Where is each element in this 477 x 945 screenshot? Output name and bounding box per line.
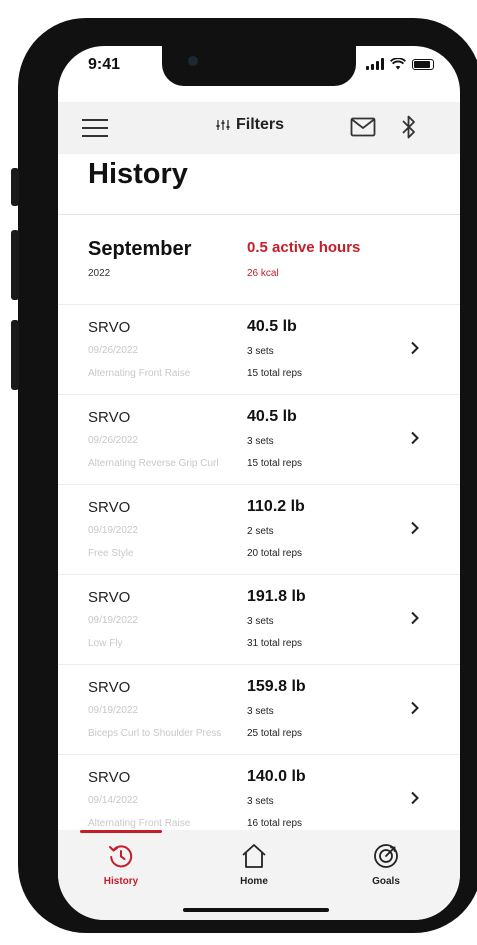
sliders-icon — [216, 120, 230, 130]
workout-brand: SRVO — [88, 769, 131, 786]
workout-date: 09/19/2022 — [88, 525, 139, 536]
workout-sets: 3 sets — [247, 616, 274, 627]
workout-exercise: Alternating Front Raise — [88, 368, 191, 379]
workout-reps: 15 total reps — [247, 368, 303, 379]
volume-up-button — [11, 230, 19, 300]
workout-exercise: Free Style — [88, 548, 134, 559]
status-icons — [366, 58, 434, 70]
notch — [162, 46, 356, 86]
workout-brand: SRVO — [88, 589, 131, 606]
tab-history-label: History — [103, 876, 139, 887]
workout-sets: 3 sets — [247, 796, 274, 807]
menu-icon[interactable] — [82, 119, 108, 137]
workout-brand: SRVO — [88, 409, 131, 426]
workout-reps: 25 total reps — [247, 728, 303, 739]
camera-icon — [188, 56, 198, 66]
tab-goals-label: Goals — [372, 876, 400, 887]
page-title: History — [88, 158, 188, 190]
tab-history[interactable]: History — [71, 842, 171, 902]
workout-exercise: Alternating Reverse Grip Curl — [88, 458, 219, 469]
status-time: 9:41 — [88, 56, 121, 73]
tab-goals[interactable]: Goals — [336, 842, 436, 902]
tab-bar: History Home Goals — [58, 830, 460, 920]
month-label: September — [88, 238, 192, 260]
workout-brand: SRVO — [88, 319, 131, 336]
chevron-right-icon[interactable] — [410, 701, 420, 715]
volume-down-button — [11, 320, 19, 390]
chevron-right-icon[interactable] — [410, 611, 420, 625]
workout-brand: SRVO — [88, 499, 131, 516]
tab-home[interactable]: Home — [204, 842, 304, 902]
tab-home-label: Home — [240, 876, 268, 887]
home-icon — [242, 844, 266, 868]
workout-sets: 3 sets — [247, 346, 274, 357]
workout-reps: 15 total reps — [247, 458, 303, 469]
signal-icon — [366, 58, 384, 70]
mail-icon[interactable] — [350, 117, 376, 137]
wifi-icon — [390, 58, 406, 70]
active-hours: 0.5 active hours — [247, 239, 361, 256]
filters-label: Filters — [236, 116, 285, 133]
month-summary: September 2022 0.5 active hours 26 kcal — [58, 214, 460, 304]
phone-screen: 9:41 Filters History September 2022 0.5 … — [58, 46, 460, 920]
target-icon — [374, 844, 398, 868]
history-icon — [109, 845, 133, 868]
workout-date: 09/26/2022 — [88, 345, 139, 356]
workout-exercise: Low Fly — [88, 638, 123, 649]
workout-date: 09/14/2022 — [88, 795, 139, 806]
year-label: 2022 — [88, 268, 111, 279]
filters-button[interactable]: Filters — [216, 116, 284, 134]
workout-sets: 2 sets — [247, 526, 274, 537]
workout-sets: 3 sets — [247, 706, 274, 717]
workout-weight: 191.8 lb — [247, 588, 306, 605]
kcal-label: 26 kcal — [247, 268, 279, 279]
workout-row[interactable]: SRVO 09/26/2022 Alternating Front Raise … — [58, 304, 460, 394]
home-indicator[interactable] — [183, 908, 329, 912]
workout-date: 09/19/2022 — [88, 705, 139, 716]
workout-row[interactable]: SRVO 09/26/2022 Alternating Reverse Grip… — [58, 394, 460, 484]
battery-icon — [412, 59, 434, 70]
workout-row[interactable]: SRVO 09/19/2022 Low Fly 191.8 lb 3 sets … — [58, 574, 460, 664]
chevron-right-icon[interactable] — [410, 431, 420, 445]
workout-date: 09/19/2022 — [88, 615, 139, 626]
app-bar: Filters — [58, 102, 460, 154]
chevron-right-icon[interactable] — [410, 341, 420, 355]
workout-brand: SRVO — [88, 679, 131, 696]
workout-row[interactable]: SRVO 09/19/2022 Free Style 110.2 lb 2 se… — [58, 484, 460, 574]
workout-weight: 40.5 lb — [247, 318, 297, 335]
workout-weight: 159.8 lb — [247, 678, 306, 695]
workout-exercise: Biceps Curl to Shoulder Press — [88, 728, 222, 739]
mute-switch — [11, 168, 19, 206]
workout-sets: 3 sets — [247, 436, 274, 447]
workout-reps: 31 total reps — [247, 638, 303, 649]
chevron-right-icon[interactable] — [410, 521, 420, 535]
workout-weight: 40.5 lb — [247, 408, 297, 425]
history-content[interactable]: History September 2022 0.5 active hours … — [58, 154, 460, 830]
active-tab-indicator — [80, 830, 162, 833]
workout-weight: 110.2 lb — [247, 498, 305, 515]
workout-reps: 16 total reps — [247, 818, 303, 829]
workout-exercise: Alternating Front Raise — [88, 818, 191, 829]
workout-reps: 20 total reps — [247, 548, 303, 559]
workout-row[interactable]: SRVO 09/19/2022 Biceps Curl to Shoulder … — [58, 664, 460, 754]
bluetooth-icon[interactable] — [400, 114, 418, 140]
workout-date: 09/26/2022 — [88, 435, 139, 446]
workout-weight: 140.0 lb — [247, 768, 306, 785]
workout-row[interactable]: SRVO 09/14/2022 Alternating Front Raise … — [58, 754, 460, 830]
chevron-right-icon[interactable] — [410, 791, 420, 805]
